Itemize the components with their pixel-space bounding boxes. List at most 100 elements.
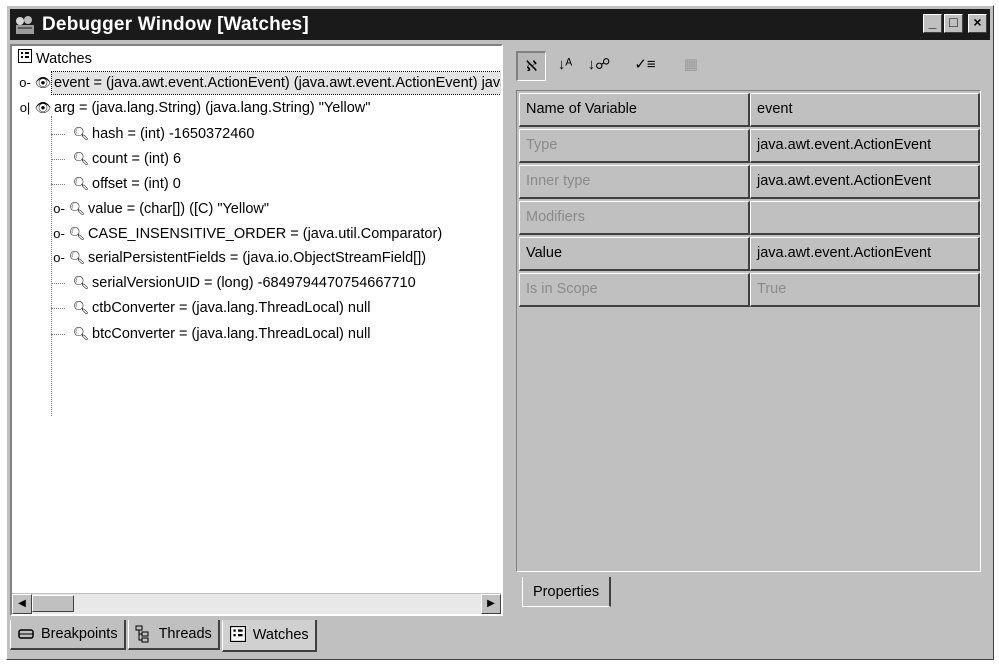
sort-az-button[interactable]: ↓ᴬ	[550, 51, 580, 81]
expand-handle-icon[interactable]: o-	[50, 247, 68, 269]
field-magnifier-icon: 🔍︎	[68, 250, 86, 265]
sort-default-button[interactable]: ℵ	[516, 51, 546, 81]
tree-node-event[interactable]: o- 👁 event = (java.awt.event.ActionEvent…	[16, 71, 501, 95]
property-name: Name of Variable	[519, 93, 750, 127]
property-name: Type	[519, 129, 750, 163]
tree-guide-line	[51, 308, 65, 309]
sort-az-icon: ↓ᴬ	[557, 56, 573, 73]
property-row[interactable]: Inner type java.awt.event.ActionEvent	[519, 165, 980, 201]
property-name: Inner type	[519, 165, 750, 199]
threads-icon	[135, 625, 153, 643]
tree-guide-line	[51, 184, 65, 185]
collapse-handle-icon[interactable]: o|	[16, 97, 34, 119]
tree-node-label: serialPersistentFields = (java.io.Object…	[88, 250, 427, 266]
tree-guide-line	[51, 283, 65, 284]
property-value[interactable]	[750, 201, 980, 235]
sort-type-icon: ↓☍	[587, 56, 611, 73]
expand-handle-icon[interactable]: o-	[50, 198, 68, 220]
property-value[interactable]: event	[750, 93, 980, 127]
tab-threads-label: Threads	[158, 626, 212, 642]
tree-node-label: btcConverter = (java.lang.ThreadLocal) n…	[92, 326, 371, 342]
property-name: Is in Scope	[519, 273, 750, 307]
watches-tree-pane: Watches o- 👁 event = (java.awt.event.Act…	[10, 44, 503, 616]
properties-pane: ℵ ↓ᴬ ↓☍ ✓≡ ▦ Name of Variable event Type…	[510, 44, 984, 618]
tab-breakpoints[interactable]: Breakpoints	[10, 620, 126, 650]
field-magnifier-icon: 🔍︎	[72, 126, 90, 141]
title-bar[interactable]: Debugger Window [Watches] _ □ ×	[10, 9, 990, 40]
maximize-button[interactable]: □	[944, 14, 963, 33]
tab-breakpoints-label: Breakpoints	[41, 626, 118, 642]
watch-eye-icon: 👁	[34, 75, 52, 90]
property-value[interactable]: True	[750, 273, 980, 307]
minimize-button[interactable]: _	[923, 14, 942, 33]
field-magnifier-icon: 🔍︎	[68, 201, 86, 216]
tree-node-label: arg = (java.lang.String) (java.lang.Stri…	[54, 100, 371, 116]
tab-threads[interactable]: Threads	[127, 620, 220, 650]
tree-node-btc-converter[interactable]: 🔍︎ btcConverter = (java.lang.ThreadLocal…	[72, 323, 372, 345]
field-magnifier-icon: 🔍︎	[72, 151, 90, 166]
disabled-toolbar-button[interactable]: ▦	[676, 51, 706, 81]
scroll-right-button[interactable]: ▶	[481, 594, 501, 614]
tree-node-label: serialVersionUID = (long) -6849794470754…	[92, 275, 416, 291]
tree-node-label: ctbConverter = (java.lang.ThreadLocal) n…	[92, 300, 371, 316]
watches-root-icon	[16, 48, 34, 70]
property-row[interactable]: Value java.awt.event.ActionEvent	[519, 237, 980, 273]
disabled-icon: ▦	[683, 56, 699, 73]
tree-guide-line	[51, 334, 65, 335]
field-magnifier-icon: 🔍︎	[72, 300, 90, 315]
tree-node-count[interactable]: 🔍︎ count = (int) 6	[72, 148, 183, 170]
tree-guide-line	[51, 159, 65, 160]
field-magnifier-icon: 🔍︎	[68, 226, 86, 241]
property-value[interactable]: java.awt.event.ActionEvent	[750, 129, 980, 163]
property-row[interactable]: Modifiers	[519, 201, 980, 237]
expand-handle-icon[interactable]: o-	[16, 72, 34, 94]
tree-root-watches[interactable]: Watches	[16, 48, 94, 70]
tree-node-serial-persistent-fields[interactable]: o- 🔍︎ serialPersistentFields = (java.io.…	[50, 247, 428, 269]
debugger-app-icon	[14, 14, 36, 36]
debugger-view-tabs: Breakpoints Threads Watches	[10, 620, 319, 652]
property-row[interactable]: Name of Variable event	[519, 93, 980, 129]
tree-node-label: count = (int) 6	[92, 151, 182, 167]
customize-icon: ✓≡	[634, 56, 656, 73]
property-sheet: Name of Variable event Type java.awt.eve…	[516, 90, 981, 572]
tree-node-ctb-converter[interactable]: 🔍︎ ctbConverter = (java.lang.ThreadLocal…	[72, 297, 372, 319]
customize-button[interactable]: ✓≡	[630, 51, 660, 81]
tree-node-arg[interactable]: o| 👁 arg = (java.lang.String) (java.lang…	[16, 97, 372, 119]
watch-eye-icon: 👁	[34, 100, 52, 115]
tab-watches-label: Watches	[252, 627, 309, 643]
tree-root-label: Watches	[36, 51, 92, 67]
tree-node-hash[interactable]: 🔍︎ hash = (int) -1650372460	[72, 123, 256, 145]
property-row[interactable]: Type java.awt.event.ActionEvent	[519, 129, 980, 165]
tab-properties[interactable]: Properties	[522, 577, 612, 607]
tree-node-label: value = (char[]) ([C) "Yellow"	[88, 201, 270, 217]
field-magnifier-icon: 🔍︎	[72, 326, 90, 341]
property-row[interactable]: Is in Scope True	[519, 273, 980, 309]
tree-node-offset[interactable]: 🔍︎ offset = (int) 0	[72, 173, 183, 195]
tree-node-label: hash = (int) -1650372460	[92, 126, 255, 142]
scroll-thumb[interactable]	[32, 595, 74, 612]
tree-guide-line	[51, 134, 65, 135]
horizontal-scrollbar[interactable]: ◀ ▶	[12, 593, 501, 614]
expand-handle-icon[interactable]: o-	[50, 223, 68, 245]
property-name: Modifiers	[519, 201, 750, 235]
tree-node-label: event = (java.awt.event.ActionEvent) (ja…	[50, 71, 501, 95]
field-magnifier-icon: 🔍︎	[72, 275, 90, 290]
close-button[interactable]: ×	[968, 14, 987, 33]
property-name: Value	[519, 237, 750, 271]
scroll-left-button[interactable]: ◀	[12, 594, 32, 614]
tree-node-case-insensitive-order[interactable]: o- 🔍︎ CASE_INSENSITIVE_ORDER = (java.uti…	[50, 223, 444, 245]
property-tabs: Properties	[522, 577, 612, 607]
breakpoints-icon	[17, 625, 35, 643]
properties-toolbar: ℵ ↓ᴬ ↓☍ ✓≡ ▦	[516, 50, 706, 82]
field-magnifier-icon: 🔍︎	[72, 176, 90, 191]
tree-node-value[interactable]: o- 🔍︎ value = (char[]) ([C) "Yellow"	[50, 198, 271, 220]
sort-type-button[interactable]: ↓☍	[584, 51, 614, 81]
tree-node-serial-version-uid[interactable]: 🔍︎ serialVersionUID = (long) -6849794470…	[72, 272, 418, 294]
property-value[interactable]: java.awt.event.ActionEvent	[750, 237, 980, 271]
watches-tree: Watches o- 👁 event = (java.awt.event.Act…	[12, 46, 501, 592]
tree-node-label: CASE_INSENSITIVE_ORDER = (java.util.Comp…	[88, 226, 443, 242]
window-title: Debugger Window [Watches]	[42, 13, 309, 35]
watches-icon	[229, 626, 247, 644]
property-value[interactable]: java.awt.event.ActionEvent	[750, 165, 980, 199]
tab-watches[interactable]: Watches	[221, 620, 317, 652]
